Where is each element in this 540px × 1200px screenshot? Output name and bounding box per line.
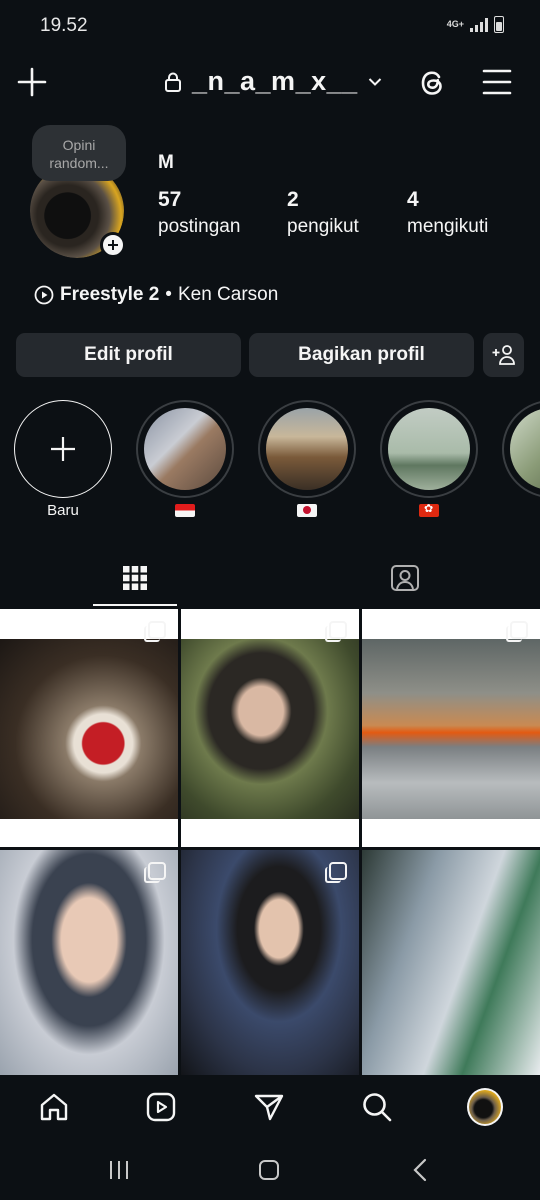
menu-button[interactable] [482,68,512,96]
username: _n_a_m_x__ [192,66,358,96]
stat-label: pengikut [287,216,359,237]
home-button-icon[interactable] [258,1159,280,1181]
lock-icon [165,72,181,92]
highlight-hong-kong[interactable] [380,400,478,522]
music-song: Freestyle 2 [60,284,160,305]
edit-profile-button[interactable]: Edit profil [16,333,241,377]
stat-following[interactable]: 4 mengikuti [407,188,488,238]
highlight-new[interactable]: Baru [14,400,112,522]
plus-icon [17,67,47,97]
home-icon [40,1093,68,1121]
play-circle-icon [34,285,54,305]
highlight-more[interactable] [502,400,540,498]
share-profile-button[interactable]: Bagikan profil [249,333,474,377]
music-artist: Ken Carson [177,284,279,305]
grid-icon [123,566,147,590]
post-thumbnail[interactable] [0,850,178,1075]
highlight-cover [266,408,348,490]
post-thumbnail[interactable] [181,850,359,1075]
post-thumbnail[interactable] [362,850,540,1075]
post-thumbnail[interactable] [0,609,178,847]
nav-search[interactable] [359,1089,395,1125]
search-icon [363,1093,392,1122]
reels-icon [146,1092,176,1122]
top-nav: _n_a_m_x__ [0,56,540,108]
post-thumbnail[interactable] [181,609,359,847]
carousel-icon [144,862,166,883]
hamburger-menu-icon [482,69,512,95]
highlight-cover [144,408,226,490]
status-icons: 4G+ [447,16,504,33]
stat-value: 4 [407,188,419,211]
profile-music[interactable]: Freestyle 2 • Ken Carson [34,284,278,306]
indonesia-flag-icon [175,504,195,517]
plus-icon [51,437,75,461]
stat-value: 2 [287,188,299,211]
signal-icon [470,17,488,32]
nav-direct[interactable] [251,1089,287,1125]
create-button[interactable] [16,66,48,98]
back-icon[interactable] [410,1158,432,1182]
carousel-icon [506,621,528,642]
highlight-japan[interactable] [258,400,356,522]
story-highlights: Baru [0,400,540,530]
stat-label: postingan [158,216,241,237]
network-type: 4G+ [446,19,464,29]
stat-posts[interactable]: 57 postingan [158,188,240,238]
japan-flag-icon [297,504,317,517]
highlight-cover [510,408,540,490]
send-icon [254,1094,284,1121]
tab-tagged[interactable] [270,548,540,608]
threads-icon [421,71,442,95]
post-thumbnail[interactable] [362,609,540,847]
add-person-icon [492,345,515,365]
stat-value: 57 [158,188,182,211]
hong-kong-flag-icon [419,502,439,517]
plus-icon [108,240,118,250]
chevron-down-icon [368,77,381,86]
nav-reels[interactable] [143,1089,179,1125]
carousel-icon [325,862,347,883]
status-time: 19.52 [40,15,88,36]
active-tab-indicator [93,604,177,606]
system-nav [0,1139,540,1200]
nav-profile[interactable] [467,1088,503,1126]
carousel-icon [144,621,166,642]
add-story-button[interactable] [100,232,126,258]
tab-posts-grid[interactable] [0,548,270,608]
stat-label: mengikuti [407,216,489,237]
carousel-icon [325,621,347,642]
nav-home[interactable] [36,1089,72,1125]
recent-apps-icon[interactable] [108,1159,130,1181]
highlight-indonesia[interactable] [136,400,234,522]
music-separator: • [165,284,172,305]
status-bar: 19.52 4G+ [0,0,540,52]
stat-followers[interactable]: 2 pengikut [287,188,359,238]
content-tabs [0,548,540,608]
tagged-person-icon [391,565,419,591]
display-name: M [158,152,174,173]
note-bubble[interactable]: Opini random... [32,125,126,181]
posts-grid [0,609,540,1075]
battery-icon [494,16,504,33]
threads-button[interactable] [416,66,450,100]
profile-avatar-small [467,1088,503,1126]
discover-people-button[interactable] [483,333,524,377]
bottom-nav [0,1075,540,1139]
account-switcher[interactable]: _n_a_m_x__ [164,66,382,97]
highlight-label: Baru [47,502,79,519]
highlight-cover [388,408,470,490]
